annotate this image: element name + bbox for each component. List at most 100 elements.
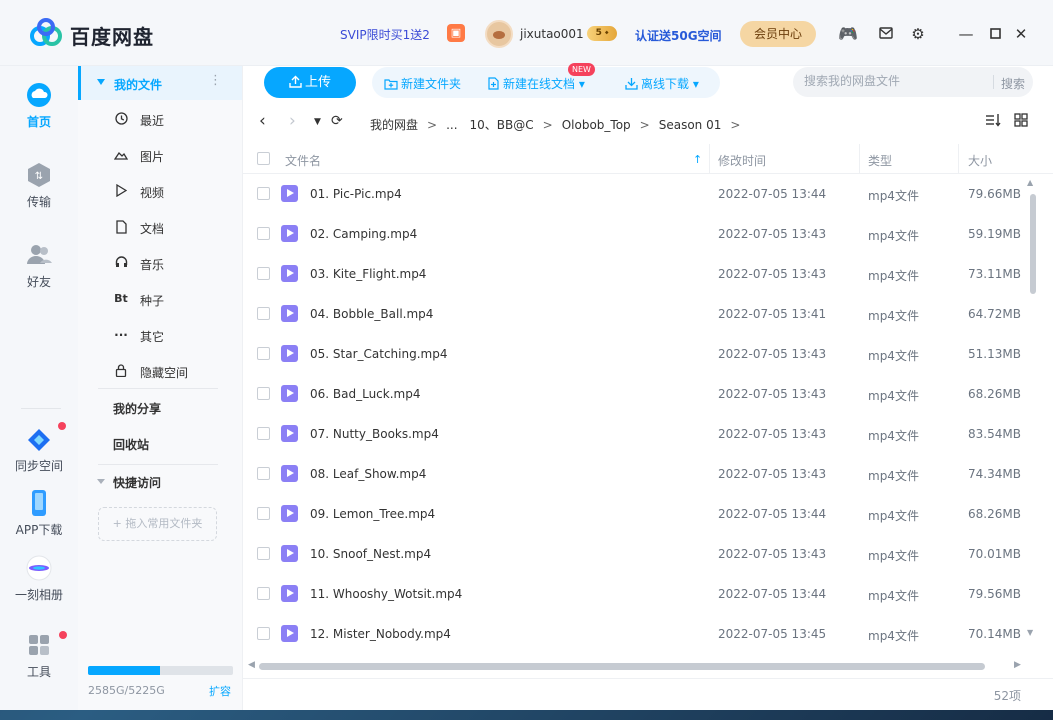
row-checkbox[interactable] [257,187,270,200]
nav-transfer[interactable]: ⇅ 传输 [0,162,78,210]
sidebar-item-my-share[interactable]: 我的分享 [113,400,161,417]
minimize-button[interactable]: — [956,24,976,44]
forward-arrow-icon[interactable]: › [289,111,296,131]
file-name[interactable]: 10. Snoof_Nest.mp4 [310,547,431,561]
refresh-icon[interactable]: ⟳ [331,113,343,129]
vip-level-badge[interactable]: 5 ⬩ [587,26,617,41]
row-checkbox[interactable] [257,427,270,440]
table-row[interactable]: 05. Star_Catching.mp4 2022-07-05 13:43 mp4… [243,334,1028,374]
table-row[interactable]: 09. Lemon_Tree.mp4 2022-07-05 13:44 mp4文件 6… [243,494,1028,534]
col-header-name[interactable]: 文件名 [285,152,321,169]
drag-folder-dropzone[interactable]: + 拖入常用文件夹 [98,507,217,541]
sidebar-item-torrent[interactable]: Bt 种子 [78,284,242,314]
scroll-right-arrow-icon[interactable]: ▶ [1014,660,1021,670]
nav-album[interactable]: 一刻相册 [0,555,78,603]
member-center-button[interactable]: 会员中心 [740,21,816,47]
file-name[interactable]: 09. Lemon_Tree.mp4 [310,507,435,521]
sort-icon[interactable] [985,113,1001,131]
row-checkbox[interactable] [257,267,270,280]
nav-tools[interactable]: 工具 [0,632,78,680]
sidebar-item-documents[interactable]: 文档 [78,212,242,242]
file-name[interactable]: 03. Kite_Flight.mp4 [310,267,426,281]
column-divider[interactable] [859,144,860,174]
horizontal-scrollbar-thumb[interactable] [259,663,985,670]
breadcrumb-current[interactable]: Season 01 [659,118,722,132]
col-header-type[interactable]: 类型 [868,152,892,169]
breadcrumb-item[interactable]: 10、BB@C [470,118,534,132]
my-files-header[interactable]: 我的文件 ⋮ [78,66,242,100]
scroll-up-arrow-icon[interactable]: ▲ [1027,178,1033,187]
file-name[interactable]: 12. Mister_Nobody.mp4 [310,627,451,641]
maximize-button[interactable] [985,24,1005,44]
table-row[interactable]: 08. Leaf_Show.mp4 2022-07-05 13:43 mp4文件 74… [243,454,1028,494]
vertical-more-icon[interactable]: ⋮ [209,73,222,88]
vertical-scrollbar-thumb[interactable] [1030,194,1036,294]
breadcrumb-item[interactable]: Olobob_Top [562,118,631,132]
select-all-checkbox[interactable] [257,152,270,165]
row-checkbox[interactable] [257,227,270,240]
scroll-down-arrow-icon[interactable]: ▼ [1027,628,1033,637]
sidebar-item-videos[interactable]: 视频 [78,176,242,206]
file-name[interactable]: 06. Bad_Luck.mp4 [310,387,420,401]
sidebar-item-other[interactable]: ··· 其它 [78,320,242,350]
table-row[interactable]: 04. Bobble_Ball.mp4 2022-07-05 13:41 mp4文件… [243,294,1028,334]
sidebar-item-hidden-space[interactable]: 隐藏空间 [78,356,242,386]
grid-view-icon[interactable] [1014,113,1028,131]
row-checkbox[interactable] [257,507,270,520]
upload-button[interactable]: 上传 [264,67,356,98]
sidebar-item-recycle-bin[interactable]: 回收站 [113,436,149,453]
quick-access-header[interactable]: 快捷访问 [113,474,161,491]
column-divider[interactable] [958,144,959,174]
mail-icon[interactable] [876,24,896,44]
sidebar-item-music[interactable]: 音乐 [78,248,242,278]
gift-icon[interactable]: ▣ [447,24,465,42]
table-row[interactable]: 01. Pic-Pic.mp4 2022-07-05 13:44 mp4文件 79.6… [243,174,1028,214]
file-name[interactable]: 05. Star_Catching.mp4 [310,347,447,361]
table-row[interactable]: 11. Whooshy_Wotsit.mp4 2022-07-05 13:44 mp… [243,574,1028,614]
table-row[interactable]: 10. Snoof_Nest.mp4 2022-07-05 13:43 mp4文件 7… [243,534,1028,574]
collapse-triangle-icon[interactable] [97,479,105,484]
verify-link[interactable]: 认证送50G空间 [635,27,722,44]
table-row[interactable]: 12. Mister_Nobody.mp4 2022-07-05 13:45 mp4… [243,614,1028,654]
sidebar-item-images[interactable]: 图片 [78,140,242,170]
back-arrow-icon[interactable]: ‹ [259,111,266,131]
row-checkbox[interactable] [257,387,270,400]
file-name[interactable]: 11. Whooshy_Wotsit.mp4 [310,587,462,601]
row-checkbox[interactable] [257,467,270,480]
breadcrumb-item[interactable]: 我的网盘 [370,118,418,132]
col-header-size[interactable]: 大小 [968,152,992,169]
history-dropdown-icon[interactable]: ▼ [314,117,321,127]
new-online-doc-button[interactable]: 新建在线文档 ▾ [488,75,585,92]
settings-gear-icon[interactable]: ⚙ [908,24,928,44]
file-name[interactable]: 01. Pic-Pic.mp4 [310,187,402,201]
file-name[interactable]: 02. Camping.mp4 [310,227,417,241]
file-name[interactable]: 08. Leaf_Show.mp4 [310,467,426,481]
svip-promo-link[interactable]: SVIP限时买1送2 [340,26,430,43]
row-checkbox[interactable] [257,587,270,600]
file-name[interactable]: 04. Bobble_Ball.mp4 [310,307,433,321]
close-button[interactable]: ✕ [1011,24,1031,44]
sidebar-item-recent[interactable]: 最近 [78,104,242,134]
table-row[interactable]: 02. Camping.mp4 2022-07-05 13:43 mp4文件 59.1… [243,214,1028,254]
table-row[interactable]: 07. Nutty_Books.mp4 2022-07-05 13:43 mp4文件… [243,414,1028,454]
nav-home[interactable]: 首页 [0,82,78,130]
nav-sync-space[interactable]: 同步空间 [0,426,78,474]
gamepad-icon[interactable]: 🎮 [838,24,858,44]
col-header-mtime[interactable]: 修改时间 [718,152,766,169]
new-folder-button[interactable]: 新建文件夹 [384,75,461,92]
row-checkbox[interactable] [257,307,270,320]
search-input[interactable] [804,74,984,88]
expand-storage-link[interactable]: 扩容 [209,683,231,699]
avatar[interactable] [485,20,513,48]
breadcrumb-ellipsis[interactable]: ... [446,118,457,132]
table-row[interactable]: 03. Kite_Flight.mp4 2022-07-05 13:43 mp4文件… [243,254,1028,294]
row-checkbox[interactable] [257,547,270,560]
offline-download-button[interactable]: 离线下载 ▾ [625,75,699,92]
nav-app-download[interactable]: APP下载 [0,490,78,538]
file-name[interactable]: 07. Nutty_Books.mp4 [310,427,439,441]
search-button[interactable]: 搜索 [1001,75,1025,92]
row-checkbox[interactable] [257,627,270,640]
sort-ascending-icon[interactable]: ↑ [693,153,702,166]
nav-friends[interactable]: 好友 [0,242,78,290]
column-divider[interactable] [709,144,710,174]
